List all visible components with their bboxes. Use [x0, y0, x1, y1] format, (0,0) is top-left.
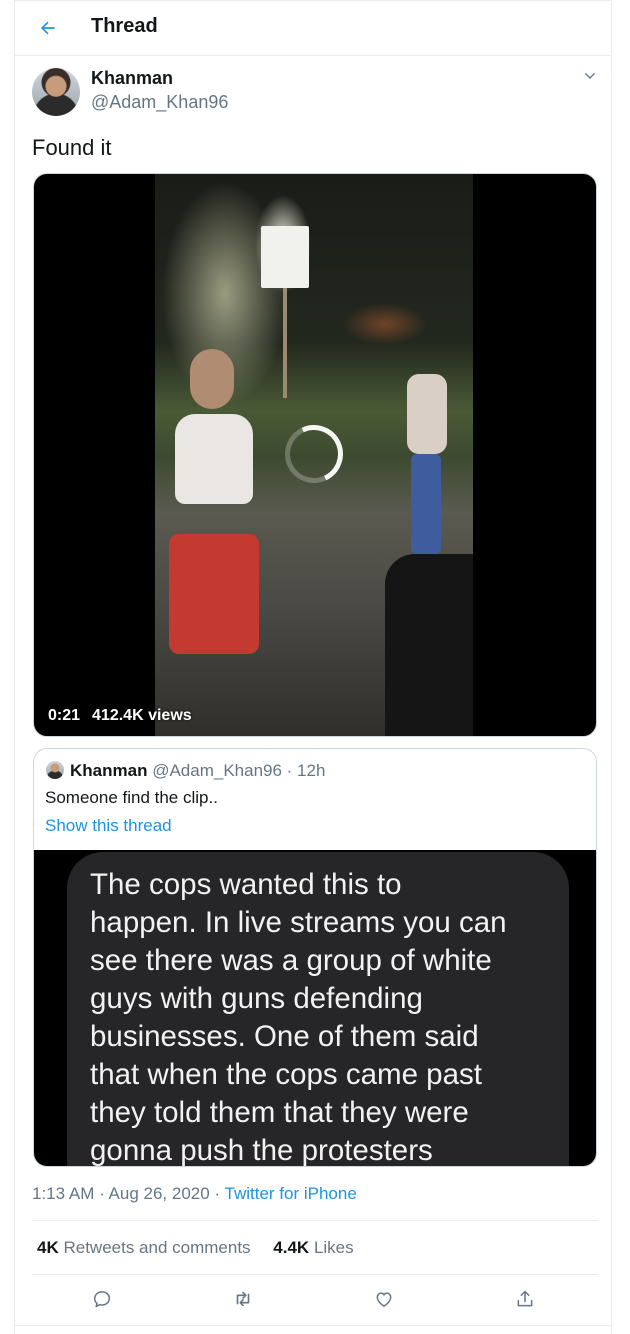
video-person-shorts	[169, 534, 259, 654]
video-pole	[283, 288, 287, 398]
quoted-avatar	[46, 761, 64, 779]
timestamp-text: 1:13 AM · Aug 26, 2020 ·	[32, 1184, 225, 1203]
video-views: 412.4K views	[92, 707, 192, 724]
heart-icon[interactable]	[372, 1287, 396, 1311]
video-meta: 0:21 412.4K views	[48, 707, 204, 725]
quoted-tweet[interactable]: Khanman @Adam_Khan96 · 12h Someone find …	[33, 748, 597, 1167]
avatar[interactable]	[32, 68, 80, 116]
bottom-divider	[14, 1325, 612, 1326]
back-arrow-icon[interactable]	[36, 16, 60, 40]
retweet-icon[interactable]	[231, 1287, 255, 1311]
video-sign	[261, 226, 309, 288]
video-duration: 0:21	[48, 707, 81, 724]
action-bar	[32, 1283, 598, 1315]
quoted-author-name: Khanman	[70, 761, 148, 780]
retweets-count: 4K	[37, 1238, 59, 1257]
video-person-legs	[411, 454, 441, 554]
quoted-author-handle: @Adam_Khan96	[152, 761, 282, 780]
share-icon[interactable]	[513, 1287, 537, 1311]
divider	[32, 1274, 598, 1275]
tweet-text: Found it	[32, 135, 112, 160]
show-thread-link[interactable]: Show this thread	[45, 816, 172, 836]
likes-label: Likes	[313, 1238, 354, 1257]
reply-icon[interactable]	[90, 1287, 114, 1311]
quoted-text: Someone find the clip..	[45, 788, 218, 807]
chevron-down-icon[interactable]	[580, 66, 600, 86]
retweets-label: Retweets and comments	[63, 1238, 251, 1257]
page-title: Thread	[91, 15, 158, 37]
video-person-shirt	[175, 414, 253, 504]
likes-stat[interactable]: 4.4K Likes	[273, 1238, 353, 1257]
video-player[interactable]: 0:21 412.4K views	[33, 173, 597, 737]
source-link[interactable]: Twitter for iPhone	[225, 1184, 357, 1203]
divider	[32, 1220, 598, 1221]
message-text: The cops wanted this to happen. In live …	[90, 868, 507, 1166]
quoted-header: Khanman @Adam_Khan96 · 12h	[70, 761, 325, 781]
author-name[interactable]: Khanman	[91, 68, 173, 89]
tweet-timestamp: 1:13 AM · Aug 26, 2020 · Twitter for iPh…	[32, 1184, 357, 1204]
retweets-stat[interactable]: 4K Retweets and comments	[37, 1238, 251, 1257]
video-person	[407, 374, 447, 454]
likes-count: 4.4K	[273, 1238, 310, 1257]
video-dark-object	[385, 554, 473, 736]
quoted-image[interactable]: The cops wanted this to happen. In live …	[34, 850, 596, 1166]
thread-header: Thread	[14, 0, 612, 56]
video-person-head	[190, 349, 234, 409]
author-handle[interactable]: @Adam_Khan96	[91, 92, 228, 113]
quoted-time: · 12h	[286, 761, 326, 780]
tweet-stats: 4K Retweets and comments 4.4K Likes	[37, 1238, 372, 1258]
